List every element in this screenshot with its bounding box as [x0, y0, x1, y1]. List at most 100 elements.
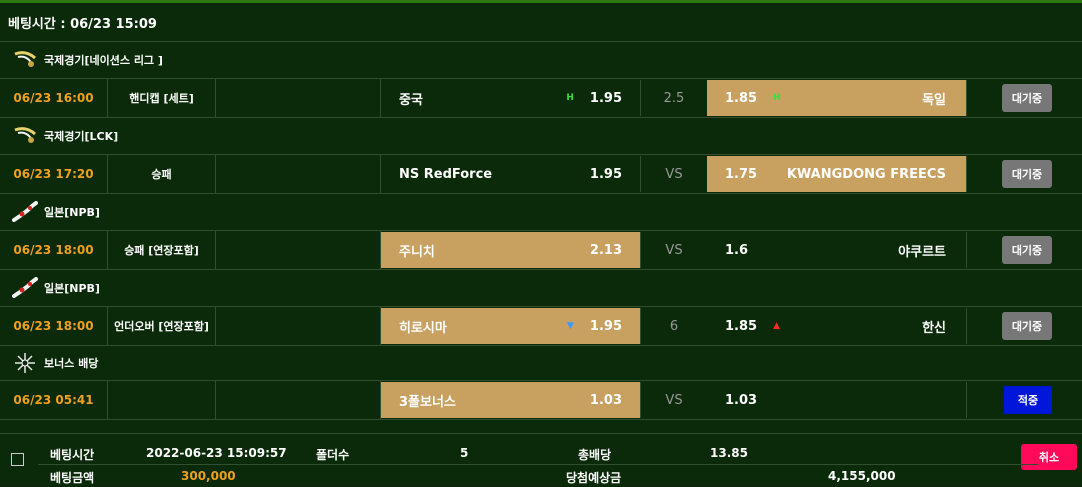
total-odds-value: 13.85 — [710, 446, 748, 460]
bet-type: 승패 — [108, 155, 216, 193]
home-odds: 1.95 — [589, 166, 622, 182]
league-name: 국제경기[LCK] — [44, 130, 119, 143]
status-cell: 적중 — [967, 381, 1082, 419]
game-time: 06/23 18:00 — [0, 231, 108, 269]
league-header: 국제경기[네이션스 리그 ] — [0, 42, 1082, 79]
league-header: 국제경기[LCK] — [0, 118, 1082, 155]
handicap-value: VS — [665, 392, 683, 408]
away-odds: 1.03 — [725, 392, 758, 408]
status-cell: 대기중 — [967, 231, 1082, 269]
status-cell: 대기중 — [967, 307, 1082, 345]
folder-value: 5 — [460, 446, 469, 460]
league-name: 보너스 배당 — [44, 357, 99, 370]
bet-summary-footer: 베팅시간 2022-06-23 15:09:57 폴더수 5 총배당 13.85… — [0, 433, 1082, 487]
bet-time-label: 베팅시간 — [50, 448, 95, 462]
handicap-value: 6 — [669, 318, 679, 334]
expected-win-value: 4,155,000 — [828, 469, 896, 483]
away-odds: 1.75 — [725, 166, 758, 182]
spacer-cell — [216, 231, 381, 269]
expected-win-label: 당첨예상금 — [566, 471, 622, 485]
game-time: 06/23 05:41 — [0, 381, 108, 419]
handicap-value: VS — [665, 242, 683, 258]
bet-amount-value: 300,000 — [181, 469, 236, 483]
league-name: 일본[NPB] — [44, 282, 100, 295]
game-row: 06/23 16:00 핸디캡 [세트] 중국 H 1.95 2.5 1.85 H 독일 대기중 — [0, 79, 1082, 118]
home-odds: 1.95 — [589, 318, 622, 334]
away-odds: 1.85 — [725, 318, 758, 334]
status-badge[interactable]: 대기중 — [1002, 84, 1052, 112]
home-odds: 1.03 — [589, 392, 622, 408]
home-team-option[interactable]: 주니치 2.13 — [381, 232, 641, 268]
bet-slip-header: 베팅시간 : 06/23 15:09 — [0, 3, 1082, 42]
status-cell: 대기중 — [967, 79, 1082, 117]
handicap-value: VS — [665, 166, 683, 182]
league-header: 일본[NPB] — [0, 194, 1082, 231]
game-time: 06/23 17:20 — [0, 155, 108, 193]
away-indicator-icon: ▲ — [773, 321, 780, 331]
globe-swoosh-icon — [12, 48, 38, 72]
game-row: 06/23 18:00 언더오버 [연장포함] 히로시마 ▼ 1.95 6 1.85 ▲ 한신 대… — [0, 307, 1082, 346]
bet-amount-label: 베팅금액 — [50, 471, 95, 485]
league-header: 보너스 배당 — [0, 346, 1082, 381]
home-indicator-icon: H — [566, 93, 574, 103]
handicap-value: 2.5 — [663, 90, 685, 106]
home-team-option[interactable]: 히로시마 ▼ 1.95 — [381, 308, 641, 344]
home-team-option[interactable]: 3폴보너스 1.03 — [381, 382, 641, 418]
select-bet-checkbox[interactable] — [11, 453, 24, 466]
away-team-option[interactable]: 1.85 H 독일 — [707, 80, 967, 116]
summary-row-1: 베팅시간 2022-06-23 15:09:57 폴더수 5 총배당 13.85… — [38, 440, 1077, 470]
home-odds: 2.13 — [589, 242, 622, 258]
spacer-cell — [216, 381, 381, 419]
home-odds: 1.95 — [589, 90, 622, 106]
league-name: 국제경기[네이션스 리그 ] — [44, 54, 163, 67]
league-header: 일본[NPB] — [0, 270, 1082, 307]
home-team-option[interactable]: 중국 H 1.95 — [381, 80, 641, 116]
games-list: 국제경기[네이션스 리그 ] 06/23 16:00 핸디캡 [세트] 중국 H 1.95… — [0, 42, 1082, 420]
away-team-name: 한신 — [922, 320, 946, 336]
away-team-name: 독일 — [922, 92, 946, 108]
globe-swoosh-icon — [12, 124, 38, 148]
away-team-name: KWANGDONG FREECS — [786, 166, 946, 182]
away-team-option[interactable]: 1.85 ▲ 한신 — [707, 308, 967, 344]
bet-type: 핸디캡 [세트] — [108, 79, 216, 117]
game-time: 06/23 18:00 — [0, 307, 108, 345]
away-odds: 1.6 — [725, 242, 749, 258]
japan-map-icon — [12, 276, 38, 300]
home-team-name: 중국 — [399, 92, 423, 108]
bonus-sparkle-icon — [12, 351, 38, 375]
game-row: 06/23 05:41 3폴보너스 1.03 VS 1.03 적중 — [0, 381, 1082, 420]
bet-type — [108, 381, 216, 419]
home-team-name: 3폴보너스 — [399, 394, 456, 410]
bet-slip-panel: 베팅시간 : 06/23 15:09 국제경기[네이션스 리그 ] 06/23 1… — [0, 0, 1082, 486]
status-badge[interactable]: 대기중 — [1002, 160, 1052, 188]
away-indicator-icon: H — [773, 93, 781, 103]
away-team-name: 야쿠르트 — [898, 244, 946, 260]
folder-label: 폴더수 — [316, 448, 350, 462]
home-team-name: 주니치 — [399, 244, 435, 260]
status-badge[interactable]: 대기중 — [1002, 312, 1052, 340]
spacer-cell — [216, 79, 381, 117]
home-team-name: 히로시마 — [399, 320, 447, 336]
spacer-cell — [216, 307, 381, 345]
summary-row-2: 베팅금액 300,000 당첨예상금 4,155,000 — [38, 464, 1038, 487]
away-odds: 1.85 — [725, 90, 758, 106]
away-team-option[interactable]: 1.75 KWANGDONG FREECS — [707, 156, 967, 192]
japan-map-icon — [12, 200, 38, 224]
status-badge[interactable]: 적중 — [1004, 386, 1052, 414]
away-team-option[interactable]: 1.6 야쿠르트 — [707, 232, 967, 268]
away-team-option[interactable]: 1.03 — [707, 382, 967, 418]
bet-time-header: 베팅시간 : 06/23 15:09 — [8, 16, 157, 32]
spacer-cell — [216, 155, 381, 193]
game-row: 06/23 18:00 승패 [연장포함] 주니치 2.13 VS 1.6 야쿠르트 대기중 — [0, 231, 1082, 270]
league-name: 일본[NPB] — [44, 206, 100, 219]
home-indicator-icon: ▼ — [567, 321, 574, 331]
bet-type: 승패 [연장포함] — [108, 231, 216, 269]
game-time: 06/23 16:00 — [0, 79, 108, 117]
status-badge[interactable]: 대기중 — [1002, 236, 1052, 264]
total-odds-label: 총배당 — [578, 448, 612, 462]
home-team-option[interactable]: NS RedForce 1.95 — [381, 156, 641, 192]
home-team-name: NS RedForce — [399, 166, 493, 182]
status-cell: 대기중 — [967, 155, 1082, 193]
bet-type: 언더오버 [연장포함] — [108, 307, 216, 345]
game-row: 06/23 17:20 승패 NS RedForce 1.95 VS 1.75 KWANGD… — [0, 155, 1082, 194]
